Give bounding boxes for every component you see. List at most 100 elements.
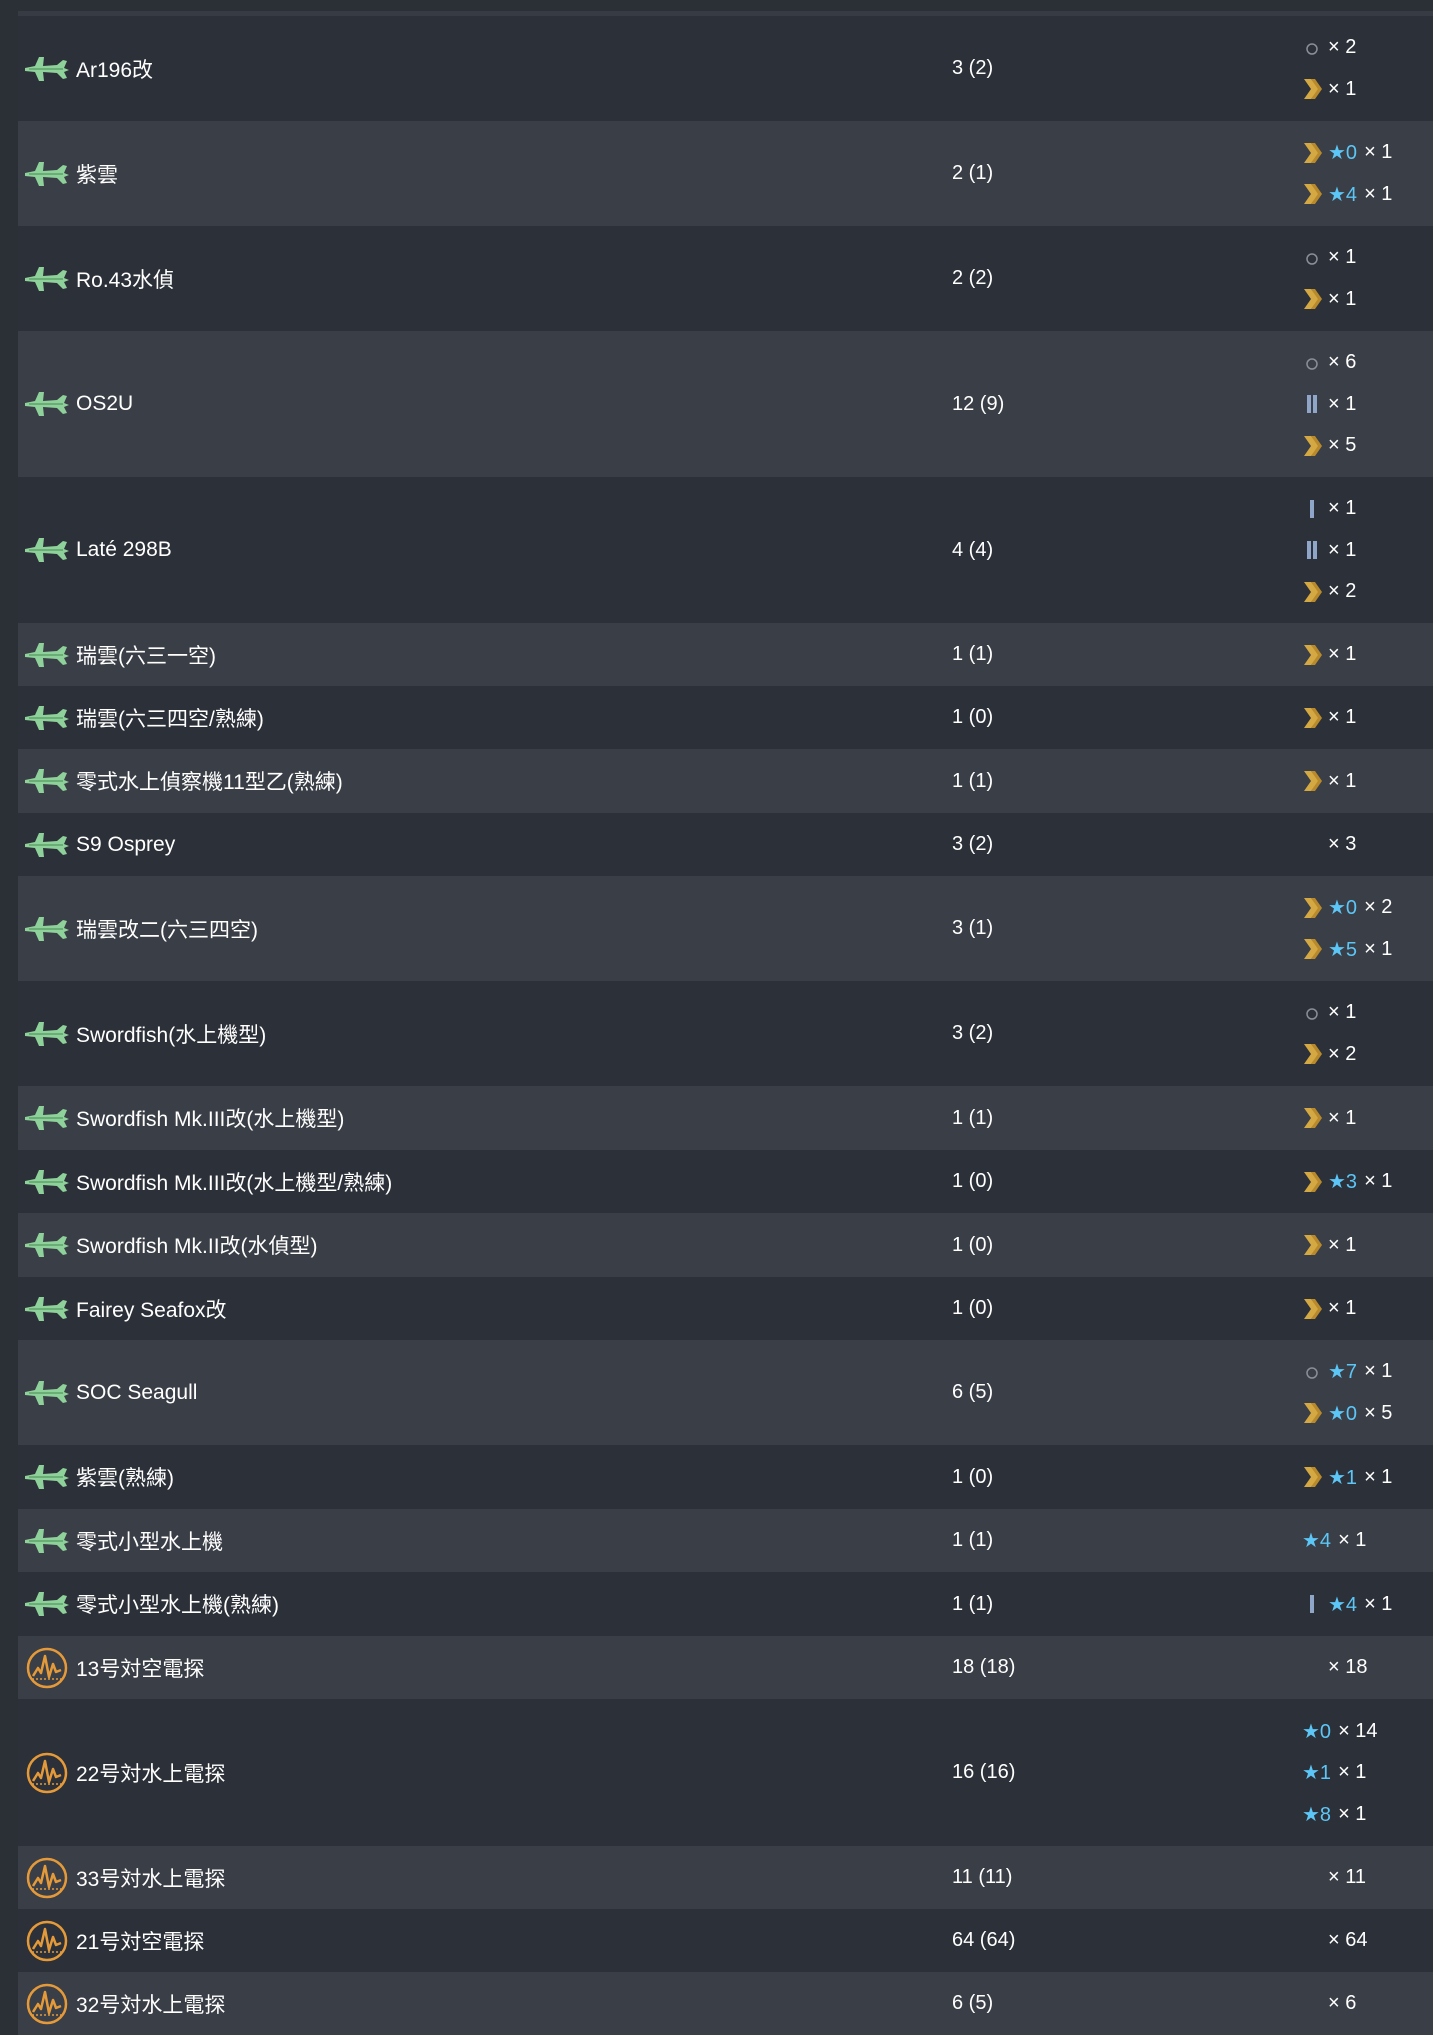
proficiency-line: × 1	[1302, 697, 1433, 739]
table-row: 21号対空電探 64 (64) × 64	[18, 1909, 1433, 1972]
proficiency-max-icon	[1304, 1235, 1322, 1255]
seaplane-icon	[25, 1021, 69, 1046]
proficiency-list: × 18	[1302, 1647, 1433, 1689]
proficiency-quantity: × 2	[1364, 896, 1393, 919]
proficiency-quantity: × 1	[1328, 769, 1357, 792]
proficiency-blank	[1302, 1655, 1324, 1681]
proficiency-quantity: × 5	[1364, 1401, 1393, 1424]
proficiency-line: × 1	[1302, 383, 1433, 425]
table-top-edge	[18, 0, 1433, 16]
seaplane-icon	[25, 1592, 69, 1616]
equipment-name: SOC Seagull	[76, 1380, 198, 1404]
proficiency-line: ★1 × 1	[1302, 1752, 1433, 1794]
proficiency-line: × 1	[1302, 1224, 1433, 1266]
proficiency-list: ★4 × 1	[1302, 1520, 1433, 1562]
proficiency-max-icon	[1304, 707, 1322, 728]
table-row: Laté 298B 4 (4) × 1 × 1 × 2	[18, 477, 1433, 623]
proficiency-list: × 1	[1302, 1097, 1433, 1139]
equipment-count: 1 (1)	[952, 1529, 994, 1551]
equipment-count: 1 (1)	[952, 769, 994, 792]
equipment-count: 1 (0)	[952, 1297, 994, 1319]
proficiency-line: × 5	[1302, 425, 1433, 467]
proficiency-quantity: × 1	[1328, 1297, 1357, 1319]
row-icon	[18, 1982, 76, 2026]
proficiency-blank	[1302, 1991, 1324, 2017]
equipment-name: 33号対水上電探	[76, 1867, 226, 1891]
equipment-count: 1 (1)	[952, 643, 994, 665]
row-icon	[18, 1462, 76, 1492]
proficiency-list: × 1 × 2	[1302, 992, 1433, 1075]
proficiency-quantity: × 1	[1364, 937, 1393, 960]
proficiency-max-icon	[1304, 142, 1322, 163]
proficiency-quantity: × 1	[1364, 1360, 1393, 1383]
proficiency-line: ★4 × 1	[1302, 1583, 1433, 1625]
proficiency-line: × 11	[1302, 1857, 1433, 1899]
proficiency-max-icon	[1304, 1108, 1322, 1128]
proficiency-quantity: × 1	[1328, 246, 1357, 269]
table-row: 零式小型水上機 1 (1) ★4 × 1	[18, 1509, 1433, 1572]
equipment-count: 2 (1)	[952, 162, 994, 184]
proficiency-max-icon	[1304, 435, 1322, 456]
proficiency-quantity: × 1	[1328, 392, 1357, 415]
row-icon	[18, 535, 76, 565]
table-row: Fairey Seafox改 1 (0) × 1	[18, 1277, 1433, 1340]
proficiency-line: ★4 × 1	[1302, 1520, 1433, 1562]
seaplane-icon	[25, 705, 69, 730]
proficiency-quantity: × 1	[1364, 141, 1393, 164]
proficiency-quantity: × 1	[1328, 77, 1357, 100]
equipment-name: Swordfish Mk.II改(水偵型)	[76, 1235, 318, 1258]
proficiency-quantity: × 6	[1328, 351, 1357, 373]
proficiency-blank	[1302, 1928, 1324, 1954]
seaplane-icon	[25, 1296, 69, 1321]
proficiency-line: × 2	[1302, 571, 1433, 613]
equipment-name: 零式水上偵察機11型乙(熟練)	[76, 771, 343, 794]
equipment-count: 3 (2)	[952, 833, 994, 855]
proficiency-quantity: × 1	[1328, 497, 1357, 519]
row-icon	[18, 1856, 76, 1900]
proficiency-list: × 1	[1302, 760, 1433, 802]
equipment-count: 4 (4)	[952, 538, 994, 561]
table-row: Swordfish Mk.III改(水上機型/熟練) 1 (0) ★3 × 1	[18, 1150, 1433, 1213]
table-row: 22号対水上電探 16 (16) ★0 × 14 ★1 × 1 ★8 × 1	[18, 1699, 1433, 1846]
proficiency-quantity: × 2	[1328, 36, 1357, 59]
proficiency-quantity: × 1	[1338, 1761, 1367, 1783]
improvement-star: ★8	[1302, 1803, 1332, 1826]
table-row: 零式水上偵察機11型乙(熟練) 1 (1) × 1	[18, 749, 1433, 813]
proficiency-list: × 64	[1302, 1920, 1433, 1962]
equipment-name: Laté 298B	[76, 538, 172, 561]
proficiency-quantity: × 2	[1328, 1042, 1357, 1065]
proficiency-line: × 1	[1302, 760, 1433, 802]
equipment-count: 1 (0)	[952, 1233, 994, 1256]
equipment-table: Ar196改 3 (2) × 2 × 1 紫雲 2 (1) ★0 × 1 ★4 × 1 …	[18, 0, 1433, 2035]
proficiency-line: × 1	[1302, 488, 1433, 530]
proficiency-line: × 1	[1302, 237, 1433, 279]
radar-icon	[26, 1647, 68, 1688]
seaplane-icon	[25, 266, 69, 291]
proficiency-quantity: × 1	[1328, 538, 1357, 561]
proficiency-line: ★1 × 1	[1302, 1456, 1433, 1498]
seaplane-icon	[25, 1528, 69, 1553]
proficiency-max-icon	[1304, 644, 1322, 665]
proficiency-level2-icon	[1307, 541, 1317, 559]
seaplane-icon	[25, 1106, 69, 1130]
seaplane-icon	[25, 161, 69, 186]
proficiency-line: ★0 × 14	[1302, 1710, 1433, 1752]
proficiency-list: ★0 × 1 ★4 × 1	[1302, 132, 1433, 215]
seaplane-icon	[25, 832, 69, 857]
table-row: Swordfish Mk.II改(水偵型) 1 (0) × 1	[18, 1213, 1433, 1277]
proficiency-line: × 1	[1302, 69, 1433, 111]
proficiency-none-icon	[1306, 1008, 1318, 1020]
table-row: 瑞雲改二(六三四空) 3 (1) ★0 × 2 ★5 × 1	[18, 876, 1433, 981]
proficiency-line: × 18	[1302, 1647, 1433, 1689]
row-icon	[18, 1230, 76, 1260]
proficiency-max-icon	[1304, 581, 1322, 602]
equipment-rows: Ar196改 3 (2) × 2 × 1 紫雲 2 (1) ★0 × 1 ★4 × 1 …	[18, 16, 1433, 2035]
proficiency-blank	[1302, 1865, 1324, 1891]
proficiency-quantity: × 1	[1364, 1465, 1393, 1488]
table-row: 紫雲(熟練) 1 (0) ★1 × 1	[18, 1445, 1433, 1509]
proficiency-list: × 1	[1302, 634, 1433, 676]
proficiency-line: × 1	[1302, 1097, 1433, 1139]
table-row: S9 Osprey 3 (2) × 3	[18, 813, 1433, 876]
proficiency-max-icon	[1304, 1298, 1322, 1319]
proficiency-list: ★7 × 1 ★0 × 5	[1302, 1351, 1433, 1434]
